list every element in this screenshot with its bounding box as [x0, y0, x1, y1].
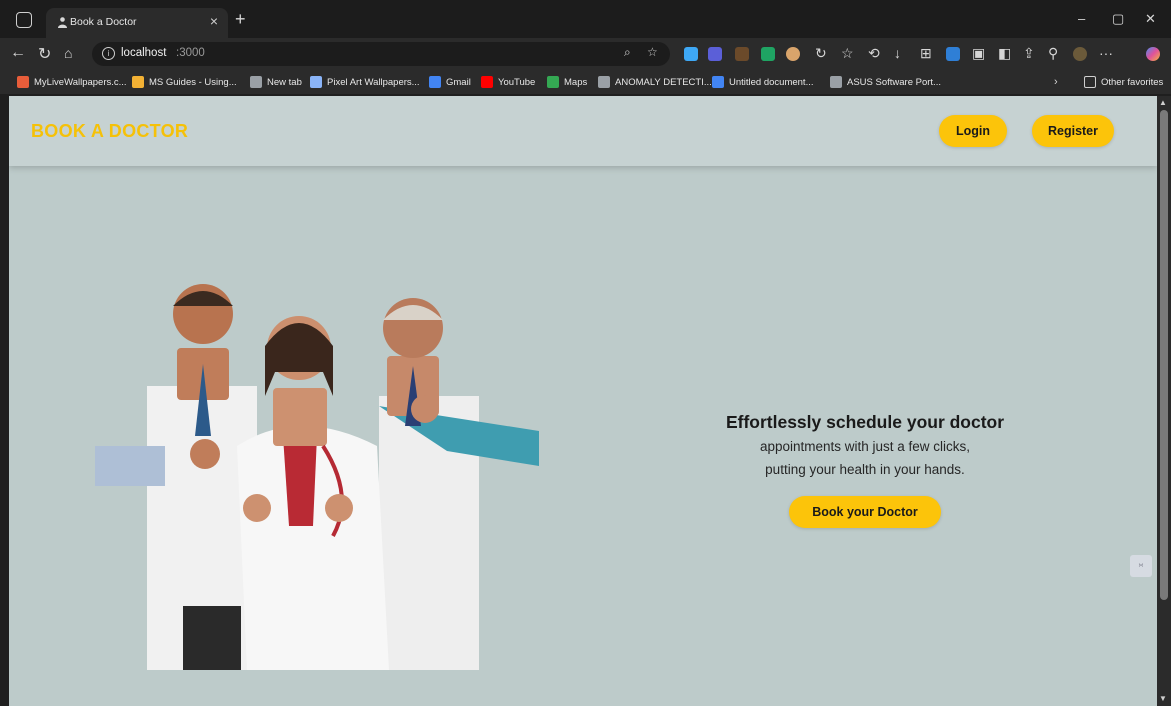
hero-heading: Effortlessly schedule your doctor	[725, 412, 1005, 432]
bookmark-item[interactable]: Gmail	[429, 75, 471, 89]
bookmark-favicon-icon	[132, 76, 144, 88]
bookmark-favicon-icon	[429, 76, 441, 88]
close-tab-icon[interactable]: ×	[210, 13, 218, 29]
page-scrollbar[interactable]: ▲ ▼	[1157, 96, 1171, 706]
url-port: :3000	[176, 47, 205, 59]
read-aloud-icon[interactable]: ⌕	[624, 45, 631, 60]
login-button[interactable]: Login	[939, 115, 1007, 147]
bookmark-favicon-icon	[598, 76, 610, 88]
share-icon[interactable]: ⇪	[1023, 45, 1035, 62]
extension-icon[interactable]	[946, 47, 960, 61]
doctor-right-figure	[379, 298, 539, 670]
downloads-icon[interactable]: ↓	[894, 45, 901, 61]
doctor-favicon-icon	[58, 17, 67, 28]
minimize-icon[interactable]: –	[1078, 11, 1085, 26]
close-window-icon[interactable]: ✕	[1145, 11, 1156, 27]
bookmark-item[interactable]: ANOMALY DETECTI...	[598, 75, 712, 89]
floating-assistant-icon[interactable]: ›‹	[1130, 555, 1152, 577]
refresh-extension-icon[interactable]: ↻	[815, 45, 827, 62]
site-header: BOOK A DOCTOR Login Register	[9, 96, 1157, 166]
bookmark-favicon-icon	[17, 76, 29, 88]
tab-strip: Book a Doctor × + – ▢ ✕	[0, 0, 1171, 38]
bookmark-item[interactable]: MyLiveWallpapers.c...	[17, 75, 127, 89]
doctors-hero-image	[95, 284, 539, 670]
extension-icon[interactable]	[735, 47, 749, 61]
address-toolbar: ← ↻ ⌂ i localhost :3000 ⌕ ☆ ↻ ☆ ⟲ ↓ ⊞ ▣ …	[0, 38, 1171, 70]
tab-book-a-doctor[interactable]: Book a Doctor ×	[46, 8, 228, 38]
window-left-border	[0, 96, 9, 706]
new-tab-icon[interactable]: +	[235, 9, 246, 30]
scroll-down-icon[interactable]: ▼	[1159, 694, 1167, 703]
bookmark-favicon-icon	[547, 76, 559, 88]
split-screen-icon[interactable]: ◧	[998, 45, 1011, 62]
bookmark-item[interactable]: MS Guides - Using...	[132, 75, 237, 89]
profile-avatar[interactable]	[1073, 47, 1087, 61]
bookmark-item[interactable]: Maps	[547, 75, 587, 89]
favorites-icon[interactable]: ☆	[841, 45, 854, 62]
address-bar[interactable]: i localhost :3000 ⌕ ☆	[92, 42, 670, 66]
hero-subtext-line-1: appointments with just a few clicks,	[759, 439, 971, 454]
bookmark-favicon-icon	[481, 76, 493, 88]
back-icon[interactable]: ←	[10, 44, 26, 62]
book-your-doctor-button[interactable]: Book your Doctor	[789, 496, 941, 528]
extensions-icon[interactable]: ⚲	[1048, 45, 1058, 62]
site-brand[interactable]: BOOK A DOCTOR	[31, 121, 188, 142]
scrollbar-thumb[interactable]	[1160, 110, 1168, 600]
home-icon[interactable]: ⌂	[64, 45, 72, 61]
info-icon[interactable]: i	[102, 47, 115, 60]
bookmark-favicon-icon	[250, 76, 262, 88]
screenshot-icon[interactable]: ▣	[972, 45, 985, 62]
doctor-left-figure	[95, 284, 257, 670]
bookmark-item[interactable]: New tab	[250, 75, 302, 89]
extension-icon[interactable]	[761, 47, 775, 61]
browser-window: Book a Doctor × + – ▢ ✕ ← ↻ ⌂ i localhos…	[0, 0, 1171, 706]
bookmark-favicon-icon	[830, 76, 842, 88]
collections-icon[interactable]: ⊞	[920, 45, 932, 62]
hero-section: Effortlessly schedule your doctor appoin…	[665, 412, 1065, 477]
refresh-icon[interactable]: ↻	[38, 44, 51, 64]
hero-subtext-line-2: putting your health in your hands.	[765, 462, 965, 477]
bookmark-item[interactable]: Untitled document...	[712, 75, 814, 89]
url-host: localhost	[121, 47, 167, 59]
extension-icon[interactable]	[708, 47, 722, 61]
bookmarks-overflow-icon[interactable]: ›	[1054, 75, 1058, 89]
history-icon[interactable]: ⟲	[868, 45, 880, 62]
copilot-icon[interactable]	[1146, 47, 1160, 61]
bookmark-favicon-icon	[310, 76, 322, 88]
bookmark-favicon-icon	[712, 76, 724, 88]
tab-title: Book a Doctor	[70, 16, 137, 28]
favorite-star-icon[interactable]: ☆	[647, 45, 658, 59]
other-favorites[interactable]: Other favorites	[1084, 75, 1163, 89]
extension-icon[interactable]	[786, 47, 800, 61]
bookmark-item[interactable]: ASUS Software Port...	[830, 75, 941, 89]
extension-icon[interactable]	[684, 47, 698, 61]
register-button[interactable]: Register	[1032, 115, 1114, 147]
bookmark-item[interactable]: YouTube	[481, 75, 535, 89]
scroll-up-icon[interactable]: ▲	[1159, 98, 1167, 107]
folder-icon	[1084, 76, 1096, 88]
page-viewport: BOOK A DOCTOR Login Register Effortlessl…	[9, 96, 1157, 706]
workspaces-icon[interactable]	[16, 12, 32, 28]
favorites-bar: MyLiveWallpapers.c... MS Guides - Using.…	[0, 70, 1171, 94]
more-icon[interactable]: ···	[1099, 45, 1113, 61]
restore-icon[interactable]: ▢	[1112, 11, 1124, 27]
doctor-center-figure	[237, 316, 389, 670]
bookmark-item[interactable]: Pixel Art Wallpapers...	[310, 75, 420, 89]
